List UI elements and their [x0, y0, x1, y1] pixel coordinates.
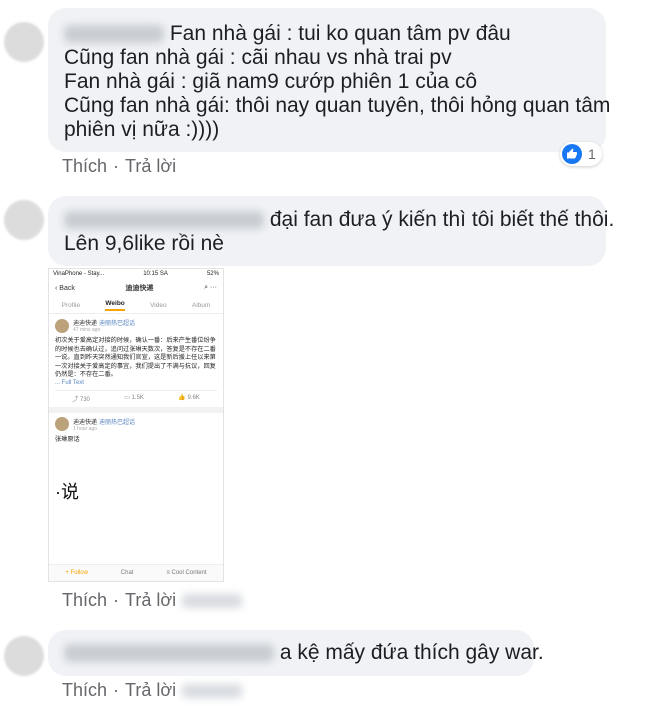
search-more-icons: ⌕ ···	[204, 284, 217, 291]
like-link[interactable]: Thích	[62, 590, 107, 610]
commenter-name[interactable]	[64, 644, 274, 663]
weibo-post-text: 初次关于爱高定对接的时候，确认一番：后来产生番位纷争的时候也去确认过，追问过张琳…	[55, 337, 216, 378]
phone-nav-bar: ‹ Back 迪迪快递 ⌕ ···	[49, 279, 223, 297]
weibo-post: 迪迪快递 迪丽热巴超话 1 hour ago 张琳原话 ·说	[49, 413, 223, 509]
comment-line: Fan nhà gái : giã nam9 cướp phiên 1 của …	[64, 70, 478, 93]
commenter-avatar[interactable]	[4, 200, 44, 240]
comment-actions: Thích · Trả lời	[62, 590, 243, 611]
comment-bubble: đại fan đưa ý kiến thì tôi biết thế thôi…	[48, 196, 614, 266]
like-link[interactable]: Thích	[62, 156, 107, 176]
like-reaction-icon	[562, 144, 582, 164]
reply-link[interactable]: Trả lời	[125, 156, 176, 176]
reply-link[interactable]: Trả lời	[125, 590, 176, 610]
phone-tabs: Profile Weibo Video Album	[49, 297, 223, 314]
comment-bubble: a kệ mấy đứa thích gây war.	[48, 630, 544, 676]
attached-screenshot[interactable]: VinaPhone - Stay... 10:15 SA 52% ‹ Back …	[48, 268, 224, 582]
comment-actions: Thích · Trả lời	[62, 156, 177, 176]
tab-video: Video	[150, 301, 167, 309]
weibo-avatar	[55, 318, 69, 333]
commenter-avatar[interactable]	[4, 22, 44, 62]
commenter-name[interactable]	[64, 25, 164, 44]
tab-album: Album	[191, 301, 211, 309]
commenter-avatar[interactable]	[4, 636, 44, 676]
phone-status-bar: VinaPhone - Stay... 10:15 SA 52%	[53, 271, 219, 277]
commenter-name[interactable]	[64, 211, 264, 230]
like-link[interactable]: Thích	[62, 680, 107, 700]
weibo-post-image-text: ·说	[55, 482, 79, 502]
comment-line: phiên vị nữa :))))	[64, 118, 220, 141]
comment-line: Lên 9,6like rồi nè	[64, 232, 224, 255]
timestamp[interactable]	[182, 684, 243, 699]
weibo-post: 迪迪快递 迪丽热巴超话 47 mins ago 初次关于爱高定对接的时候，确认一…	[49, 314, 223, 413]
weibo-avatar	[55, 417, 69, 431]
tab-weibo: Weibo	[105, 300, 125, 311]
timestamp[interactable]	[182, 594, 243, 609]
reaction-count[interactable]: 1	[560, 142, 602, 166]
comment-bubble: Fan nhà gái : tui ko quan tâm pv đâu Cũn…	[48, 8, 610, 152]
comment-actions: Thích · Trả lời	[62, 680, 243, 701]
tab-profile: Profile	[61, 301, 81, 309]
comment-line: Cũng fan nhà gái: thôi nay quan tuyên, t…	[64, 94, 611, 117]
weibo-stats: ⤴ 730 ▭ 1.5K 👍 9.6K	[55, 389, 217, 403]
back-button: ‹ Back	[55, 284, 75, 292]
full-text-link: ... Full Text	[55, 379, 84, 386]
phone-title: 迪迪快递	[125, 285, 154, 292]
comment-line: Cũng fan nhà gái : cãi nhau vs nhà trai …	[64, 46, 452, 69]
phone-bottom-bar: + Follow Chat ≡ Cool Content	[49, 564, 223, 581]
reply-link[interactable]: Trả lời	[125, 680, 176, 700]
comment-line: a kệ mấy đứa thích gây war.	[64, 641, 544, 665]
weibo-post-text: 张琳原话	[55, 435, 80, 443]
comment-line: đại fan đưa ý kiến thì tôi biết thế thôi…	[64, 208, 614, 232]
comment-line: Fan nhà gái : tui ko quan tâm pv đâu	[64, 22, 610, 46]
